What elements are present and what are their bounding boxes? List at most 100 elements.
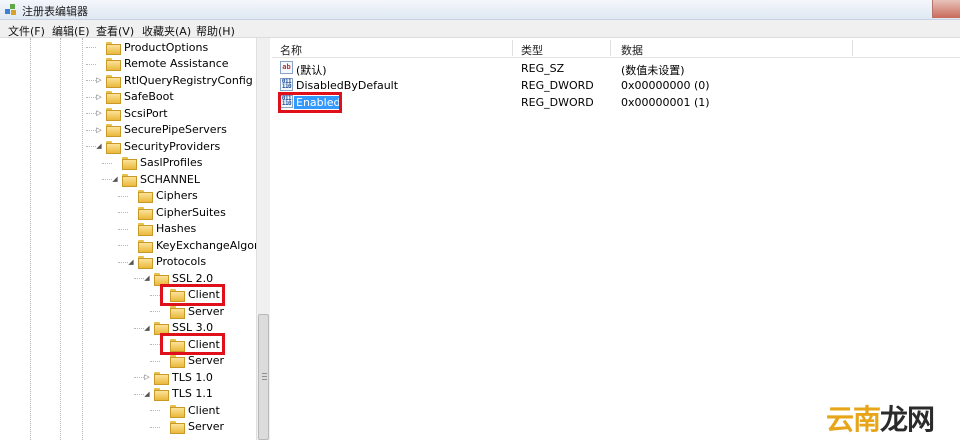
- tree-node[interactable]: Client: [158, 402, 220, 418]
- tree-node-label: Protocols: [156, 255, 207, 268]
- tree-scrollbar[interactable]: [256, 38, 270, 440]
- tree-node-label: Server: [188, 354, 225, 367]
- expand-arrow-icon[interactable]: ◢: [110, 174, 120, 184]
- list-header: 名称 类型 数据: [272, 38, 960, 58]
- folder-icon: [106, 41, 121, 55]
- value-type: REG_DWORD: [521, 79, 594, 92]
- close-window-button[interactable]: [932, 0, 960, 18]
- tree-node[interactable]: CipherSuites: [126, 204, 226, 220]
- folder-icon: [122, 157, 137, 170]
- tree-node[interactable]: ▷ TLS 1.0: [142, 369, 213, 385]
- tree-node-label: Server: [188, 304, 225, 318]
- collapse-arrow-icon[interactable]: ▷: [94, 125, 104, 135]
- tree-node-label: Remote Assistance: [124, 57, 229, 70]
- value-row-selected[interactable]: 011 110 Enabled REG_DWORD 0x00000001 (1): [272, 92, 960, 113]
- tree-node[interactable]: KeyExchangeAlgorithr: [126, 237, 269, 253]
- tree-node[interactable]: ProductOptions: [94, 39, 208, 55]
- tree-guide-line: [30, 38, 31, 440]
- folder-icon: [170, 355, 185, 368]
- column-header-data[interactable]: 数据: [621, 42, 643, 58]
- tree-node-label: ScsiPort: [124, 106, 168, 120]
- tree-node[interactable]: Server: [158, 353, 224, 369]
- value-row[interactable]: 011 110 DisabledByDefault REG_DWORD 0x00…: [272, 77, 960, 94]
- expand-arrow-icon[interactable]: ◢: [126, 257, 136, 267]
- folder-icon: [170, 421, 185, 434]
- folder-icon: [138, 223, 153, 236]
- value-name: (默认): [296, 64, 327, 77]
- highlight-box: [278, 92, 342, 113]
- scrollbar-grip-line: [262, 373, 267, 374]
- menu-file[interactable]: 文件(F): [8, 23, 45, 39]
- tree-node[interactable]: ▷ SecurePipeServers: [94, 122, 227, 138]
- expand-arrow-icon[interactable]: ◢: [142, 389, 152, 399]
- column-separator[interactable]: [852, 40, 853, 56]
- registry-key-tree[interactable]: ProductOptions Remote Assistance ▷ RtlQuery…: [0, 38, 270, 440]
- tree-node[interactable]: SaslProfiles: [110, 155, 202, 171]
- menu-edit[interactable]: 编辑(E): [52, 23, 90, 39]
- tree-node[interactable]: Remote Assistance: [94, 56, 229, 72]
- registry-editor-icon: [5, 4, 16, 15]
- folder-icon: [138, 190, 153, 203]
- tree-node[interactable]: ◢ TLS 1.1: [142, 386, 213, 402]
- folder-icon: [138, 256, 153, 269]
- tree-node[interactable]: ▷ SafeBoot: [94, 89, 174, 105]
- collapse-arrow-icon[interactable]: ▷: [142, 372, 152, 382]
- value-type: REG_SZ: [521, 62, 565, 75]
- tree-node[interactable]: ▷ RtlQueryRegistryConfig: [94, 72, 253, 88]
- collapse-arrow-icon[interactable]: ▷: [94, 92, 104, 102]
- scrollbar-grip-line: [262, 379, 267, 380]
- tree-node[interactable]: Server: [158, 419, 224, 435]
- registry-values-list[interactable]: 名称 类型 数据 ab (默认) REG_SZ (数值未设置) 011 110 …: [272, 38, 960, 440]
- tree-node[interactable]: Ciphers: [126, 188, 198, 204]
- tree-node[interactable]: ◢ SCHANNEL: [110, 171, 200, 187]
- binary-value-icon: 011 110: [280, 78, 293, 91]
- tree-node-label: Hashes: [156, 222, 197, 235]
- column-separator[interactable]: [512, 40, 513, 56]
- tree-node-label: Client: [188, 403, 220, 417]
- collapse-arrow-icon[interactable]: ▷: [94, 75, 104, 85]
- expand-arrow-icon[interactable]: ◢: [94, 141, 104, 151]
- tree-node-label: TLS 1.1: [172, 387, 213, 400]
- menu-help[interactable]: 帮助(H): [196, 23, 235, 39]
- folder-icon: [154, 272, 169, 286]
- menu-view[interactable]: 查看(V): [96, 23, 134, 39]
- collapse-arrow-icon[interactable]: ▷: [94, 108, 104, 118]
- tree-node-label: TLS 1.0: [172, 370, 213, 384]
- tree-node-label: SecurityProviders: [124, 139, 221, 153]
- menu-favorites[interactable]: 收藏夹(A): [142, 23, 191, 39]
- folder-icon: [106, 140, 121, 154]
- expand-arrow-icon[interactable]: ◢: [142, 323, 152, 333]
- folder-icon: [154, 388, 169, 401]
- folder-icon: [138, 206, 153, 220]
- tree-node[interactable]: ▷ ScsiPort: [94, 105, 168, 121]
- value-data: (数值未设置): [621, 64, 685, 77]
- tree-node-label: ProductOptions: [124, 40, 209, 54]
- column-header-type[interactable]: 类型: [521, 42, 543, 58]
- tree-node[interactable]: ◢ Protocols: [126, 254, 206, 270]
- folder-icon: [138, 239, 153, 253]
- tree-node-label: Server: [188, 420, 225, 433]
- tree-node[interactable]: Server: [158, 303, 224, 319]
- tree-node-label: RtlQueryRegistryConfig: [124, 73, 253, 87]
- tree-node-label: SecurePipeServers: [124, 123, 227, 136]
- title-bar: 注册表编辑器: [0, 0, 960, 20]
- value-name: DisabledByDefault: [296, 79, 399, 92]
- tree-node-label: SCHANNEL: [140, 172, 200, 186]
- column-separator[interactable]: [610, 40, 611, 56]
- tree-node[interactable]: Hashes: [126, 221, 196, 237]
- tree-node-label: SaslProfiles: [140, 156, 203, 169]
- column-header-name[interactable]: 名称: [280, 42, 302, 58]
- tree-node-label: SafeBoot: [124, 90, 174, 103]
- folder-icon: [106, 124, 121, 137]
- value-row[interactable]: ab (默认) REG_SZ (数值未设置): [272, 60, 960, 77]
- tree-node[interactable]: ◢ SecurityProviders: [94, 138, 220, 154]
- tree-scrollbar-thumb[interactable]: [258, 314, 269, 440]
- expand-arrow-icon[interactable]: ◢: [142, 273, 152, 283]
